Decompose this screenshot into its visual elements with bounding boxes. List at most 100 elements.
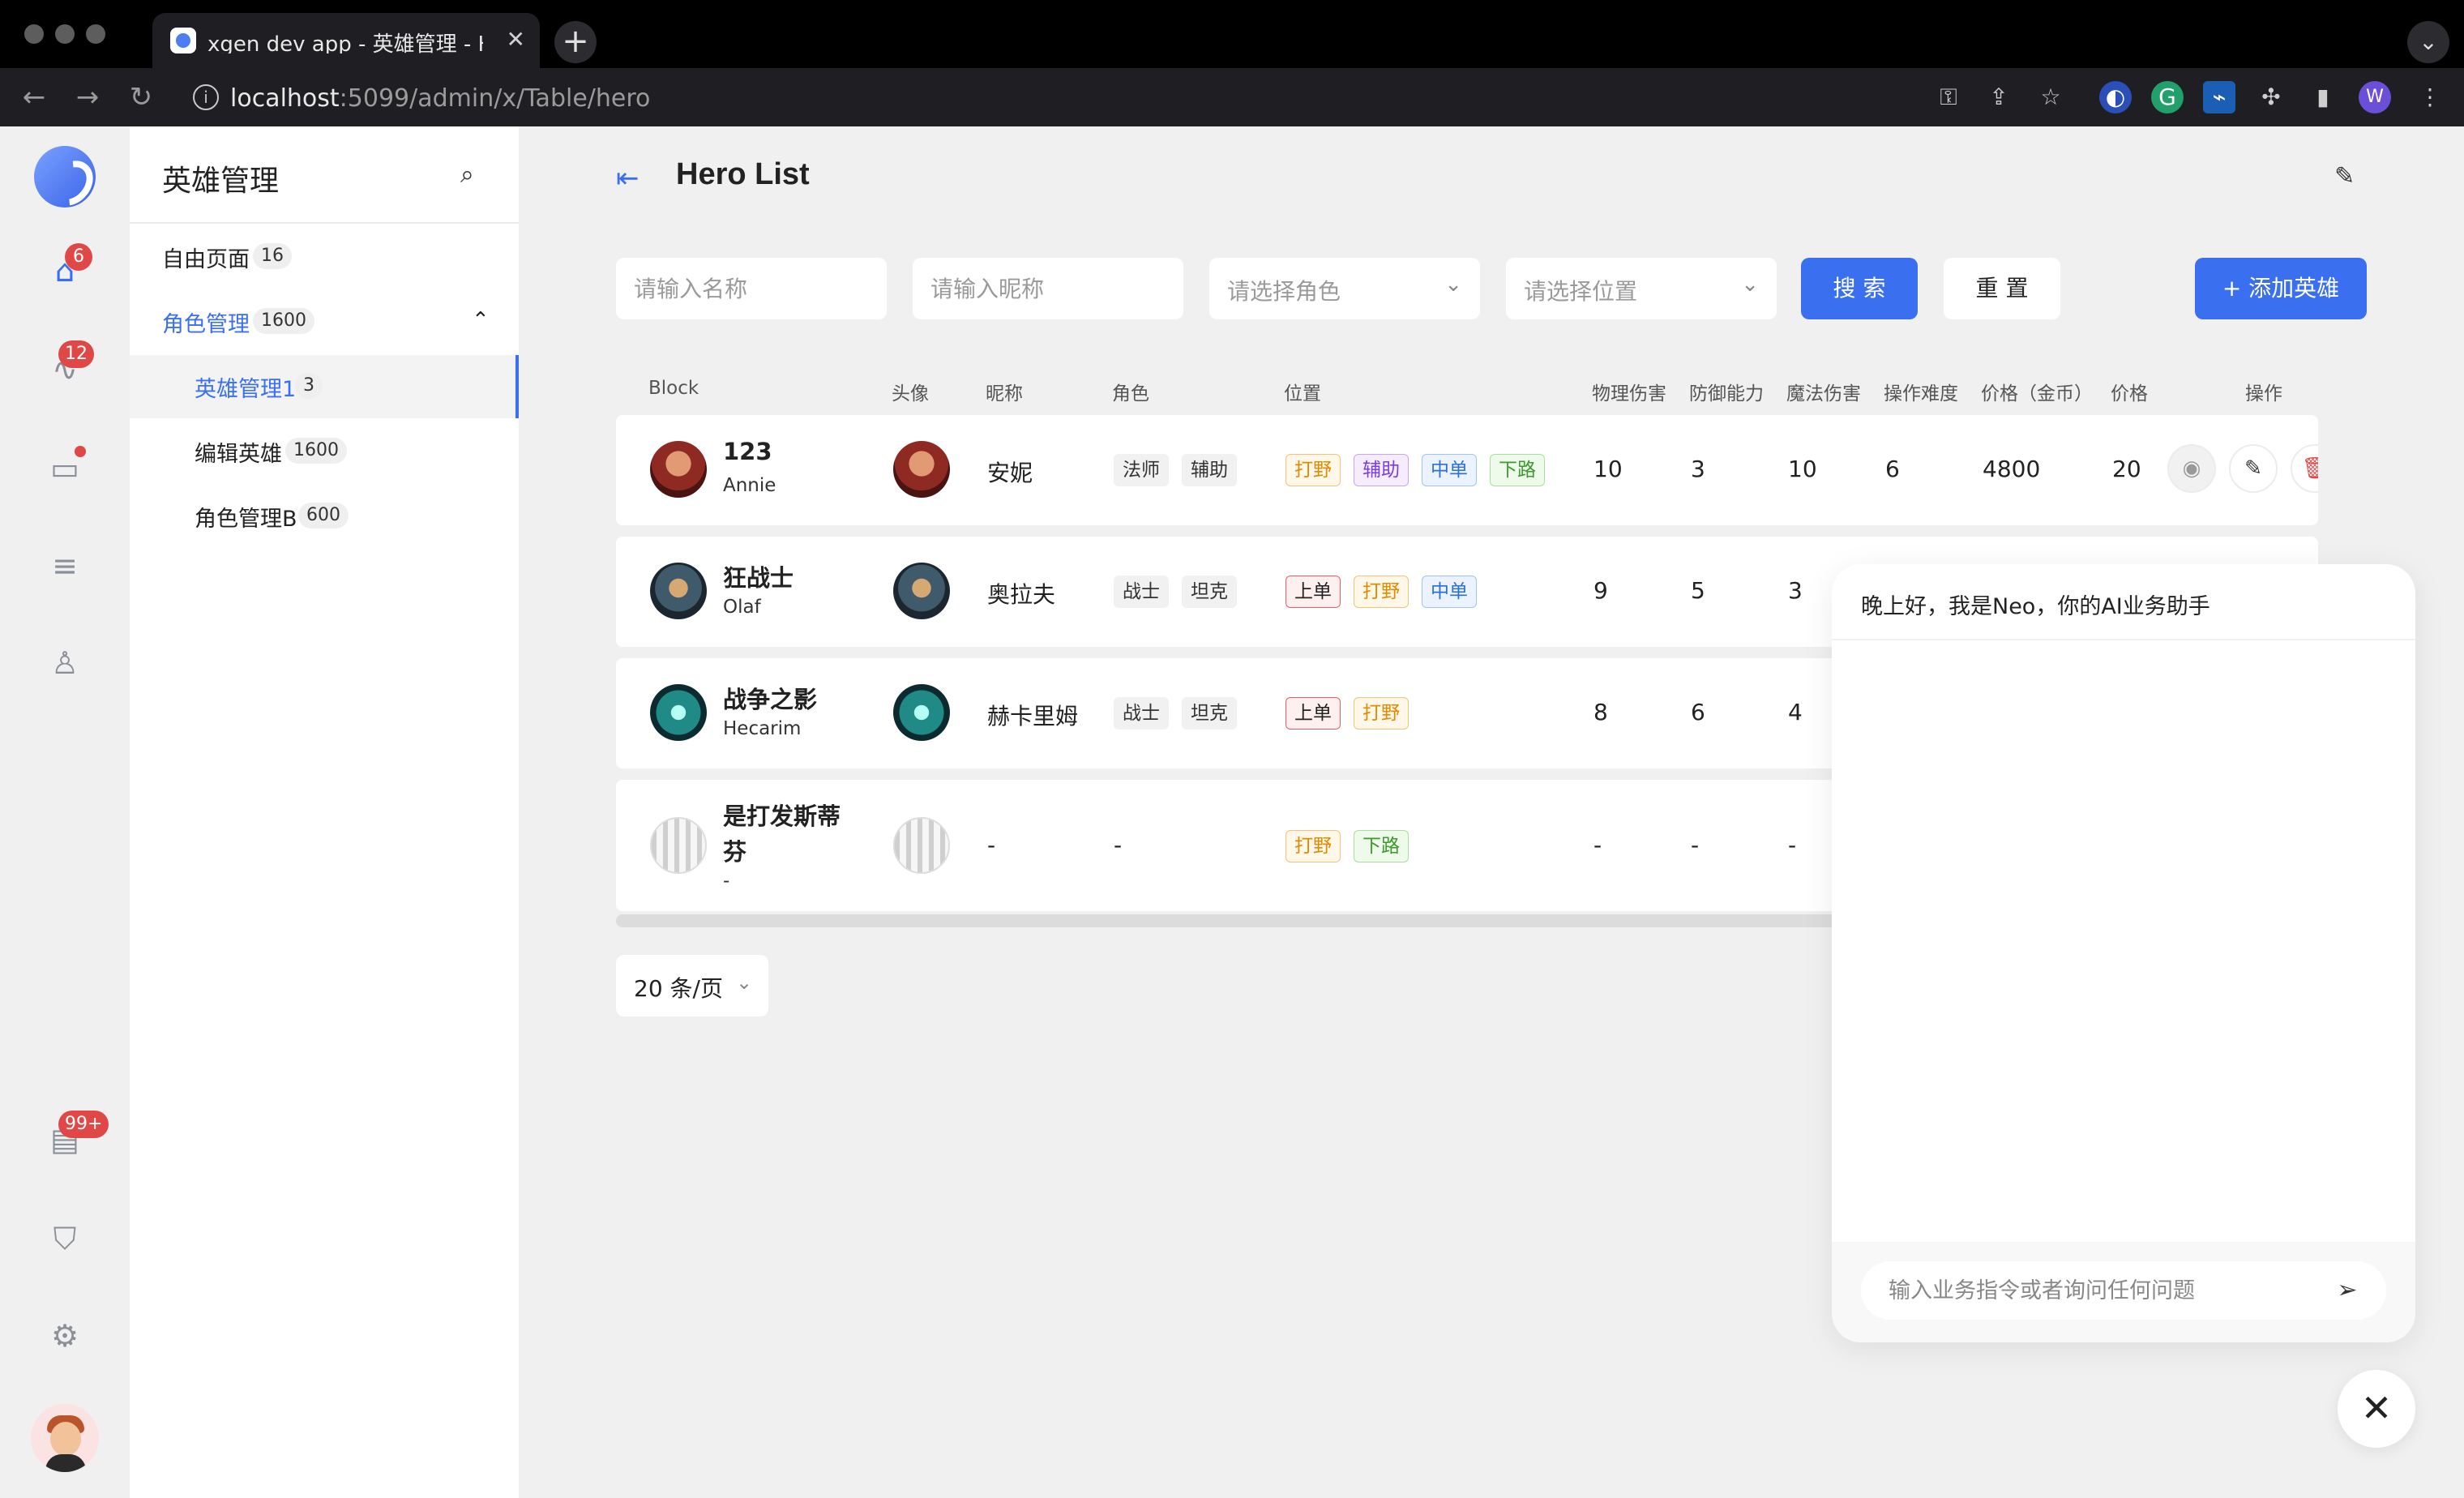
share-icon[interactable]: ⇪ (1983, 81, 2015, 113)
sidebar-menu: 英雄管理 ⌕ 自由页面 16 角色管理 1600 ⌃ 英雄管理1 3 编辑英雄 … (130, 126, 519, 1498)
assistant-divider (1832, 639, 2415, 640)
price-2-cell: 200 (2112, 456, 2141, 482)
defense-cell: - (1691, 832, 1700, 858)
role-tag: 法师 (1114, 454, 1169, 486)
address-bar[interactable]: i localhost:5099/admin/x/Table/hero (173, 75, 2180, 120)
hero-subname: - (723, 871, 730, 892)
window-close-dot[interactable] (24, 24, 44, 44)
extensions-puzzle-icon[interactable]: ✣ (2255, 81, 2287, 113)
role-select[interactable]: 请选择角色 ⌄ (1209, 258, 1480, 319)
name-filter-input[interactable] (616, 258, 887, 319)
icon-rail: ⌂ 6 ∿ 12 ▭ ≡ ♙ ▤ 99+ ⛉ ⚙ (0, 126, 130, 1498)
chevron-down-icon: ⌄ (1741, 272, 1759, 297)
sidebar-item-free-page[interactable]: 自由页面 16 (130, 225, 519, 289)
sidebar-item-hero-management-1[interactable]: 英雄管理1 3 (130, 355, 519, 418)
reset-button[interactable]: 重 置 (1944, 258, 2060, 319)
grammarly-icon[interactable]: G (2151, 81, 2184, 113)
position-tag: 上单 (1285, 697, 1341, 730)
column-header-defense: 防御能力 (1689, 383, 1764, 404)
app-window: xgen dev app - 英雄管理 - Hero ✕ + ⌄ ← → ↻ i… (0, 0, 2464, 1498)
nickname-input[interactable] (913, 258, 1183, 319)
reload-icon[interactable]: ↻ (123, 79, 159, 115)
sidebar-item-label: 自由页面 (162, 247, 250, 272)
table-row[interactable]: 123 Annie 安妮 法师 辅助 打野 辅助 中单 下路 10 3 10 6… (616, 415, 2318, 525)
extension-blue-icon[interactable]: ◐ (2099, 81, 2132, 113)
app-logo[interactable] (34, 146, 96, 208)
forward-icon[interactable]: → (70, 79, 105, 115)
settings-gear-icon[interactable]: ⚙ (45, 1316, 84, 1355)
name-input[interactable] (616, 258, 887, 319)
profile-avatar[interactable]: W (2359, 81, 2391, 113)
position-tag: 中单 (1422, 454, 1477, 486)
delete-trash-icon[interactable]: 🗑 (2291, 444, 2318, 493)
assistant-input-box[interactable]: ➢ (1861, 1261, 2386, 1320)
hero-avatar (650, 817, 707, 874)
hero-name: 是打发斯蒂 (723, 802, 841, 830)
column-header-magic-damage: 魔法伤害 (1786, 383, 1861, 404)
screen-notify-dot (75, 446, 86, 457)
assistant-close-button[interactable]: ✕ (2338, 1370, 2415, 1448)
price-cell: 4800 (1983, 456, 2041, 482)
tab-search-icon[interactable]: ⌄ (2407, 21, 2449, 63)
user-avatar[interactable] (31, 1404, 99, 1472)
sidebar-item-role-management[interactable]: 角色管理 1600 ⌃ (130, 290, 519, 353)
sidebar-search-icon[interactable]: ⌕ (460, 160, 490, 190)
add-hero-button[interactable]: + 添加英雄 (2195, 258, 2367, 319)
chevron-up-icon[interactable]: ⌃ (472, 308, 490, 332)
browser-toolbar: ← → ↻ i localhost:5099/admin/x/Table/her… (0, 68, 2464, 126)
avatar-image (893, 684, 950, 741)
sidebar-item-count: 1600 (285, 438, 347, 464)
sidebar-item-count: 600 (298, 503, 349, 529)
key-icon[interactable]: ⚿ (1932, 81, 1965, 113)
view-eye-icon[interactable]: ◉ (2167, 444, 2216, 493)
nickname-cell: 赫卡里姆 (987, 703, 1079, 730)
side-panel-icon[interactable]: ▮ (2307, 81, 2339, 113)
sidebar-item-role-management-b[interactable]: 角色管理B 600 (130, 485, 519, 548)
hero-avatar (650, 441, 707, 498)
position-tag: 打野 (1285, 454, 1341, 486)
hero-name: 123 (723, 438, 772, 465)
sidebar-item-count: 1600 (253, 308, 314, 334)
page-size-select[interactable]: 20 条/页 ⌄ (616, 955, 768, 1016)
role-select-placeholder: 请选择角色 (1227, 278, 1341, 305)
search-button[interactable]: 搜 索 (1801, 258, 1918, 319)
site-info-icon[interactable]: i (193, 84, 219, 110)
hero-avatar (650, 563, 707, 619)
table-horizontal-scrollbar[interactable] (616, 914, 1864, 927)
bookmark-star-icon[interactable]: ☆ (2034, 81, 2067, 113)
sidebar-divider (130, 222, 519, 224)
nickname-filter-input[interactable] (913, 258, 1183, 319)
pulse-extension-icon[interactable]: ⌁ (2203, 81, 2235, 113)
defense-cell: 3 (1691, 456, 1705, 482)
url-host: localhost (230, 84, 340, 113)
send-icon[interactable]: ➢ (2331, 1274, 2363, 1307)
shield-icon[interactable]: ⛉ (45, 1219, 84, 1258)
position-tag: 辅助 (1354, 454, 1409, 486)
nickname-cell: - (987, 832, 996, 858)
chevron-down-icon: ⌄ (1444, 272, 1462, 297)
column-header-nickname: 昵称 (986, 383, 1023, 404)
back-icon[interactable]: ← (16, 79, 52, 115)
browser-menu-icon[interactable]: ⋮ (2414, 81, 2446, 113)
sidebar-item-edit-hero[interactable]: 编辑英雄 1600 (130, 420, 519, 483)
column-header-block: Block (648, 378, 699, 399)
menu-collapse-icon[interactable]: ⇤ (616, 162, 648, 195)
position-select[interactable]: 请选择位置 ⌄ (1506, 258, 1777, 319)
browser-tab[interactable]: xgen dev app - 英雄管理 - Hero ✕ (152, 13, 540, 68)
list-icon[interactable]: ≡ (45, 546, 84, 585)
tab-close-icon[interactable]: ✕ (507, 26, 525, 53)
window-zoom-dot[interactable] (86, 24, 105, 44)
new-tab-button[interactable]: + (554, 21, 597, 63)
position-tag: 下路 (1354, 830, 1409, 862)
table-header: Block 头像 昵称 角色 位置 物理伤害 防御能力 魔法伤害 操作难度 价格… (616, 366, 2318, 410)
assistant-input[interactable] (1861, 1261, 2315, 1320)
award-icon[interactable]: ♙ (45, 644, 84, 683)
ai-assistant-panel: 晚上好，我是Neo，你的AI业务助手 ➢ (1832, 564, 2415, 1342)
page-edit-icon[interactable]: ✎ (2334, 162, 2363, 191)
column-header-physical-damage: 物理伤害 (1592, 383, 1666, 404)
nickname-cell: 奥拉夫 (987, 581, 1056, 608)
position-tag: 下路 (1490, 454, 1545, 486)
column-header-avatar: 头像 (892, 383, 929, 404)
edit-pencil-icon[interactable]: ✎ (2229, 444, 2278, 493)
window-minimize-dot[interactable] (55, 24, 75, 44)
